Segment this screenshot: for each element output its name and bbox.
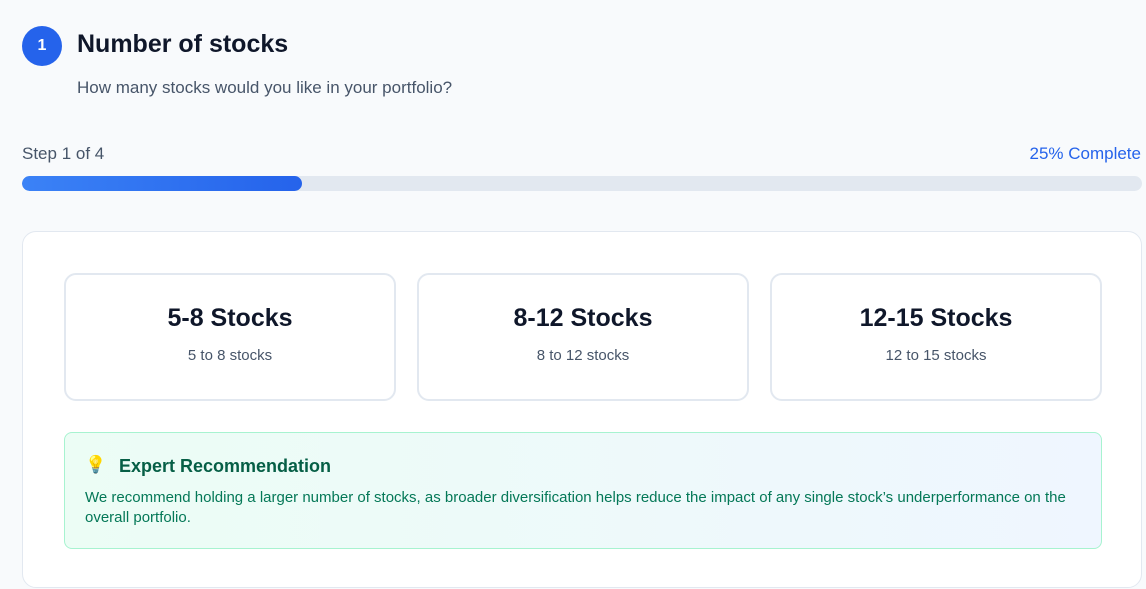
option-8-12-stocks[interactable]: 8-12 Stocks 8 to 12 stocks: [417, 273, 749, 401]
option-title: 12-15 Stocks: [859, 304, 1013, 332]
progress-bar: [22, 176, 1142, 191]
page-subtitle: How many stocks would you like in your p…: [77, 78, 453, 97]
progress-bar-fill: [22, 176, 302, 191]
option-description: 8 to 12 stocks: [536, 347, 630, 364]
option-title: 5-8 Stocks: [167, 304, 293, 332]
option-5-8-stocks[interactable]: 5-8 Stocks 5 to 8 stocks: [64, 273, 396, 401]
recommendation-text: We recommend holding a larger number of …: [85, 489, 1066, 526]
lightbulb-icon: 💡: [85, 455, 107, 474]
page-title: Number of stocks: [77, 30, 289, 58]
progress-percent-label: 25% Complete: [1029, 144, 1141, 163]
option-description: 5 to 8 stocks: [187, 347, 273, 364]
option-title: 8-12 Stocks: [513, 304, 653, 332]
progress-step-label: Step 1 of 4: [22, 144, 105, 163]
expert-recommendation-panel: 💡 Expert Recommendation We recommend hol…: [64, 432, 1102, 549]
options-card: 5-8 Stocks 5 to 8 stocks 8-12 Stocks 8 t…: [22, 231, 1142, 588]
option-12-15-stocks[interactable]: 12-15 Stocks 12 to 15 stocks: [770, 273, 1102, 401]
step-number-badge: 1: [22, 26, 62, 66]
option-description: 12 to 15 stocks: [885, 347, 987, 364]
stock-count-options: 5-8 Stocks 5 to 8 stocks 8-12 Stocks 8 t…: [64, 273, 1102, 401]
recommendation-title: Expert Recommendation: [119, 456, 332, 476]
